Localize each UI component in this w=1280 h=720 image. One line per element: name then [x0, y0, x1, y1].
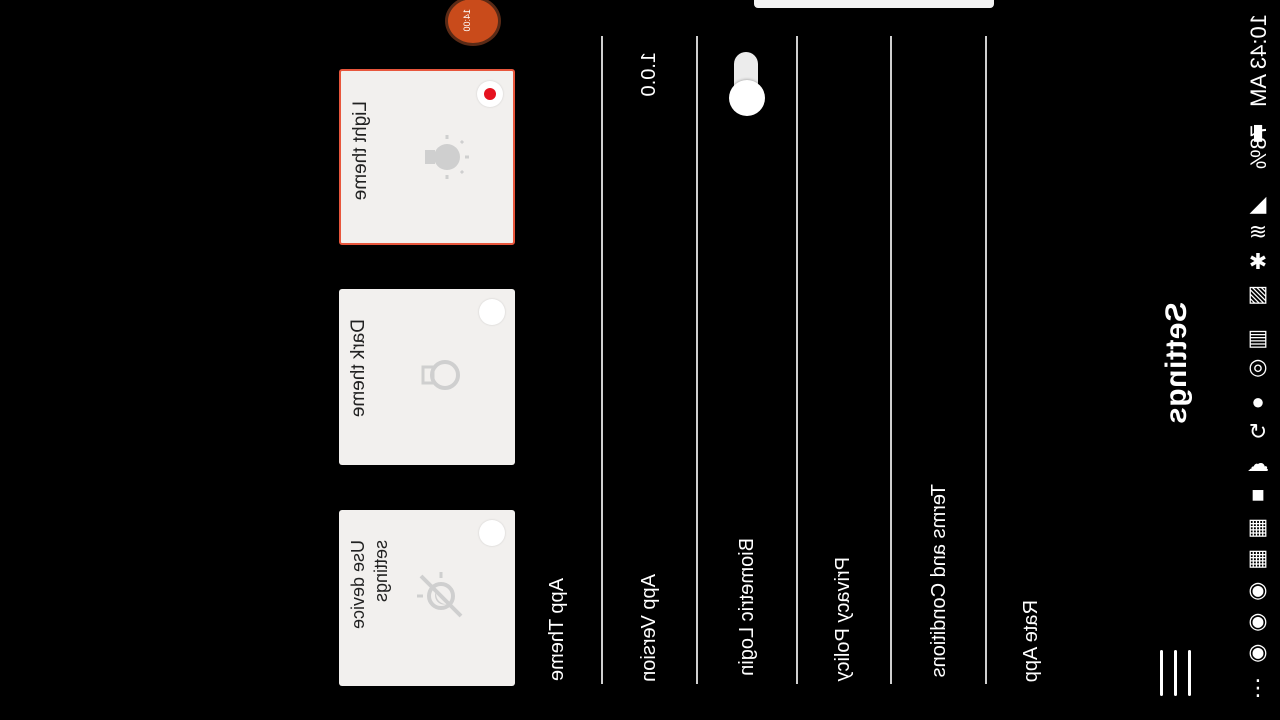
theme-label-light: Light theme — [350, 101, 371, 201]
app-version-label: App Version — [638, 574, 660, 682]
sun-moon-icon — [417, 572, 463, 618]
floating-badge-label: 14:00 — [462, 9, 472, 32]
page-title: Settings — [1160, 302, 1193, 425]
theme-card-light[interactable]: Light theme — [339, 69, 515, 245]
theme-label-dark: Dark theme — [348, 319, 369, 418]
privacy-item[interactable]: Privacy Policy — [832, 557, 855, 681]
divider — [696, 36, 698, 684]
biometric-label: Biometric Login — [736, 538, 758, 676]
signal-icon: ◢ — [1249, 191, 1267, 216]
notification-icon: ■ — [1251, 482, 1265, 507]
news-icon: ▦ — [1247, 545, 1269, 570]
theme-card-dark[interactable]: Dark theme — [339, 289, 515, 465]
sync-icon: ↻ — [1248, 419, 1268, 444]
divider — [796, 36, 798, 684]
cloud-icon: ☁ — [1247, 451, 1269, 476]
top-handle-bar — [754, 0, 994, 8]
toggle-knob[interactable] — [729, 80, 765, 116]
sim-icon: ▤ — [1247, 325, 1269, 350]
terms-item[interactable]: Terms and Conditions — [928, 484, 951, 677]
battery-icon: ▮ — [1251, 119, 1265, 144]
theme-card-device[interactable]: Use device settings — [339, 510, 515, 686]
radio-selected-dot — [484, 88, 496, 100]
bluetooth-icon: ✱ — [1248, 249, 1268, 274]
bulb-lit-icon — [425, 135, 469, 179]
radio-light[interactable] — [477, 81, 503, 107]
bulb-outline-icon — [421, 360, 460, 390]
floating-badge[interactable]: 14:00 — [445, 0, 501, 46]
app-theme-label: App Theme — [546, 578, 568, 682]
dots-icon: ● — [1251, 389, 1265, 414]
alarm-icon: ◎ — [1248, 354, 1268, 379]
radio-dark[interactable] — [479, 299, 505, 325]
news-icon: ▦ — [1247, 514, 1269, 539]
more-icon[interactable]: ⋮ — [1245, 676, 1271, 700]
cast-icon: ▧ — [1247, 281, 1269, 306]
hamburger-icon[interactable] — [1158, 650, 1194, 696]
app-icon: ◉ — [1248, 577, 1268, 602]
wifi-icon: ≋ — [1248, 219, 1268, 244]
rate-app-item[interactable]: Rate App — [1020, 600, 1043, 682]
app-icon: ◉ — [1248, 608, 1268, 633]
divider — [985, 36, 987, 684]
app-version-value: 1.0.0 — [638, 52, 660, 97]
status-bar: 10:43 AM 78% ▮ ◢ ≋ ✱ ▧ ▤ ◎ ● ↻ ☁ ■ ▦ ▦ ◉… — [1236, 0, 1280, 720]
divider — [890, 36, 892, 684]
app-icon: ◉ — [1248, 639, 1268, 664]
theme-label-device: Use device settings — [348, 540, 391, 630]
radio-device[interactable] — [479, 520, 505, 546]
status-time: 10:43 AM — [1246, 14, 1271, 107]
divider — [601, 36, 603, 684]
